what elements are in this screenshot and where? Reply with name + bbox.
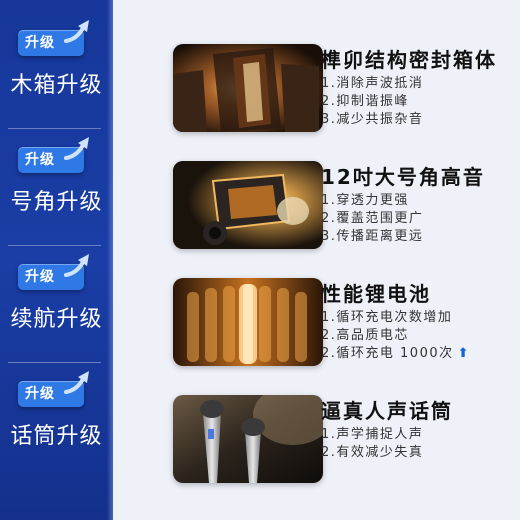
feature-point: 1.穿透力更强: [321, 193, 409, 208]
feature-row-wood-box: 榫卯结构密封箱体 1.消除声波抵消 2.抑制谐振峰 3.减少共振杂音: [113, 30, 520, 147]
sidebar-item-label: 号角升级: [10, 190, 103, 215]
feature-row-microphone: 逼真人声话筒 1.声学捕捉人声 2.有效减少失真: [113, 381, 520, 498]
feature-points: 1.循环充电次数增加 2.高品质电芯 2.循环充电 1000次 ⬆: [321, 309, 470, 363]
upgrade-sidebar: 升级 木箱升级 升级 号角升级 升级 续航升级 升级 话筒升级: [0, 0, 113, 520]
feature-points: 1.穿透力更强 2.覆盖范围更广 3.传播距离更远: [321, 192, 423, 246]
feature-point: 1.声学捕捉人声: [321, 427, 424, 442]
sidebar-item-label: 木箱升级: [10, 73, 103, 98]
feature-title: 逼真人声话筒: [321, 399, 453, 423]
feature-title: 榫卯结构密封箱体: [321, 48, 497, 72]
upward-curved-arrow-icon: [64, 137, 89, 160]
microphone-image: [173, 395, 323, 483]
horn-tweeter-image: [173, 161, 323, 249]
sidebar-item-horn: 升级 号角升级: [0, 129, 113, 246]
feature-row-battery: 性能锂电池 1.循环充电次数增加 2.高品质电芯 2.循环充电 1000次 ⬆: [113, 264, 520, 381]
feature-point: 1.消除声波抵消: [321, 76, 424, 91]
upward-curved-arrow-icon: [64, 254, 89, 277]
feature-point: 2.有效减少失真: [321, 445, 424, 460]
feature-point: 2.抑制谐振峰: [321, 94, 409, 109]
upward-curved-arrow-icon: [64, 20, 89, 43]
feature-points: 1.消除声波抵消 2.抑制谐振峰 3.减少共振杂音: [321, 75, 423, 129]
sidebar-item-label: 话筒升级: [10, 424, 103, 449]
sidebar-item-label: 续航升级: [10, 307, 103, 332]
wood-box-image: [173, 44, 323, 132]
arrow-up-icon: ⬆: [457, 346, 471, 361]
feature-points: 1.声学捕捉人声 2.有效减少失真: [321, 426, 423, 462]
sidebar-item-microphone: 升级 话筒升级: [0, 363, 113, 480]
feature-title: 12吋大号角高音: [321, 165, 485, 189]
feature-point: 3.减少共振杂音: [321, 112, 424, 127]
upward-curved-arrow-icon: [64, 371, 89, 394]
feature-point: 3.传播距离更远: [321, 229, 424, 244]
feature-point: 2.覆盖范围更广: [321, 211, 424, 226]
battery-cells-image: [173, 278, 323, 366]
feature-point: 1.循环充电次数增加: [321, 310, 453, 325]
feature-row-horn: 12吋大号角高音 1.穿透力更强 2.覆盖范围更广 3.传播距离更远: [113, 147, 520, 264]
feature-point-with-icon: 2.循环充电 1000次 ⬆: [321, 345, 470, 363]
sidebar-item-battery: 升级 续航升级: [0, 246, 113, 363]
feature-point: 2.高品质电芯: [321, 328, 409, 343]
feature-point: 2.循环充电 1000次: [321, 346, 454, 361]
sidebar-item-wood-box: 升级 木箱升级: [0, 12, 113, 129]
feature-title: 性能锂电池: [321, 282, 431, 306]
